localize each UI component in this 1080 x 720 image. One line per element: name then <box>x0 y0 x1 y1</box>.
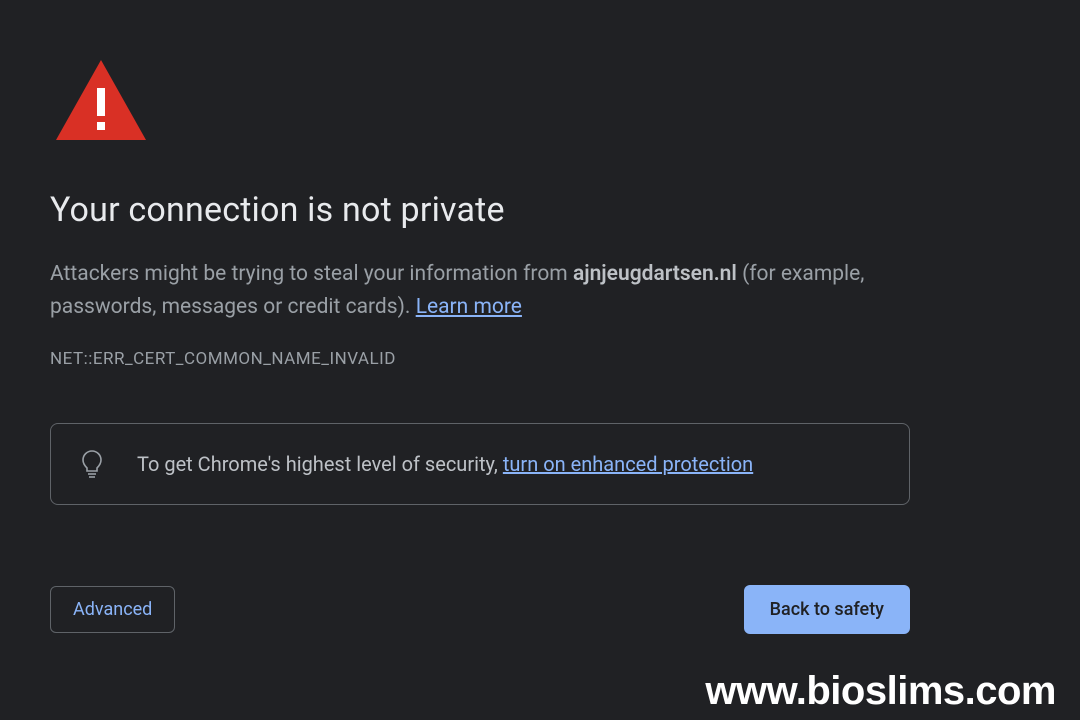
learn-more-link[interactable]: Learn more <box>416 295 522 319</box>
back-to-safety-button[interactable]: Back to safety <box>744 585 910 634</box>
tip-text: To get Chrome's highest level of securit… <box>137 452 753 476</box>
warning-triangle-icon <box>56 60 910 140</box>
tip-prefix: To get Chrome's highest level of securit… <box>137 452 503 476</box>
description-domain: ajnjeugdartsen.nl <box>573 262 737 286</box>
description-prefix: Attackers might be trying to steal your … <box>50 262 573 286</box>
button-row: Advanced Back to safety <box>50 585 910 634</box>
watermark-text: www.bioslims.com <box>705 669 1056 714</box>
enhanced-protection-link[interactable]: turn on enhanced protection <box>503 452 753 476</box>
enhanced-protection-tip: To get Chrome's highest level of securit… <box>50 423 910 505</box>
lightbulb-icon <box>81 450 103 478</box>
advanced-button[interactable]: Advanced <box>50 586 175 633</box>
interstitial-container: Your connection is not private Attackers… <box>0 0 960 634</box>
error-code: NET::ERR_CERT_COMMON_NAME_INVALID <box>50 349 910 369</box>
page-title: Your connection is not private <box>50 190 910 230</box>
warning-description: Attackers might be trying to steal your … <box>50 258 910 323</box>
